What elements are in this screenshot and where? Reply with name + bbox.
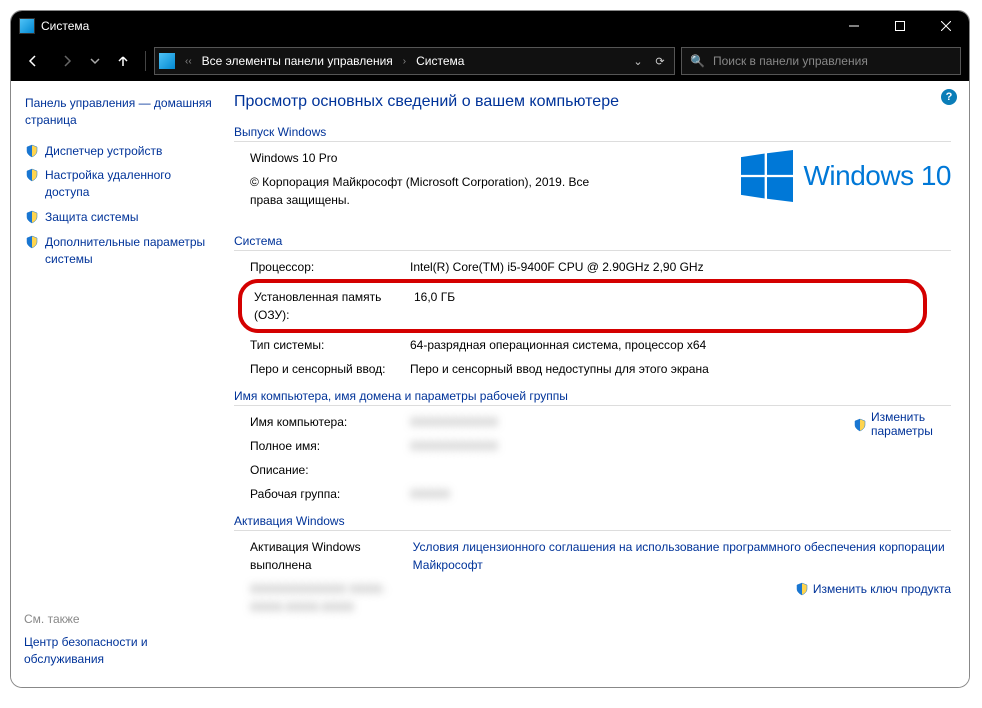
ram-value: 16,0 ГБ (414, 288, 911, 324)
sidebar-item-label: Защита системы (45, 209, 138, 226)
pen-touch-label: Перо и сенсорный ввод: (250, 360, 410, 378)
workgroup-value: XXXXX (410, 485, 951, 503)
chevron-right-icon: › (399, 56, 410, 67)
system-type-value: 64-разрядная операционная система, проце… (410, 336, 951, 354)
computer-name-label: Имя компьютера: (250, 413, 410, 431)
description-label: Описание: (250, 461, 410, 479)
change-key-text: Изменить ключ продукта (813, 582, 951, 596)
shield-icon (25, 235, 39, 249)
workgroup-row: Рабочая группа: XXXXX (234, 482, 951, 506)
main-panel: ? Просмотр основных сведений о вашем ком… (226, 81, 969, 687)
cpu-value: Intel(R) Core(TM) i5-9400F CPU @ 2.90GHz… (410, 258, 951, 276)
page-title: Просмотр основных сведений о вашем компь… (234, 93, 951, 111)
back-button[interactable] (19, 47, 47, 75)
control-panel-icon (159, 53, 175, 69)
shield-icon (25, 168, 39, 182)
activation-section-title: Активация Windows (234, 514, 951, 531)
up-button[interactable] (109, 47, 137, 75)
ram-row: Установленная память (ОЗУ): 16,0 ГБ (254, 285, 911, 327)
edition-value: Windows 10 Pro (250, 149, 337, 167)
change-settings-text: Изменить параметры (871, 410, 951, 438)
address-bar[interactable]: ‹‹ Все элементы панели управления › Сист… (154, 47, 675, 75)
address-dropdown[interactable]: ⌄ (628, 55, 648, 68)
titlebar: Система (11, 11, 969, 41)
windows-logo-icon (741, 150, 793, 202)
change-key-link[interactable]: Изменить ключ продукта (795, 581, 951, 596)
system-type-label: Тип системы: (250, 336, 410, 354)
pen-touch-row: Перо и сенсорный ввод: Перо и сенсорный … (234, 357, 951, 381)
security-center-link[interactable]: Центр безопасности и обслуживания (24, 634, 224, 668)
sidebar-item-remote[interactable]: Настройка удаленного доступа (25, 167, 212, 201)
computer-name-value: XXXXXXXXXXX (410, 413, 853, 431)
window-controls (831, 11, 969, 41)
maximize-button[interactable] (877, 11, 923, 41)
window-title: Система (41, 19, 831, 33)
sidebar-item-label: Дополнительные параметры системы (45, 234, 212, 268)
sidebar-item-label: Настройка удаленного доступа (45, 167, 212, 201)
computer-name-row: Имя компьютера: XXXXXXXXXXX (234, 410, 853, 434)
fullname-label: Полное имя: (250, 437, 410, 455)
activation-status: Активация Windows выполнена (250, 538, 406, 574)
control-panel-home-link[interactable]: Панель управления — домашняя страница (25, 95, 212, 129)
change-settings-link[interactable]: Изменить параметры (853, 410, 951, 438)
pen-touch-value: Перо и сенсорный ввод недоступны для это… (410, 360, 951, 378)
system-icon (19, 18, 35, 34)
edition-section-title: Выпуск Windows (234, 125, 951, 142)
toolbar: ‹‹ Все элементы панели управления › Сист… (11, 41, 969, 81)
product-id-row: XXXXXXXXXXXX XXXX-XXXX-XXXX-XXXX (234, 577, 795, 619)
workgroup-label: Рабочая группа: (250, 485, 410, 503)
close-button[interactable] (923, 11, 969, 41)
description-value (410, 461, 951, 479)
shield-icon (25, 144, 39, 158)
fullname-value: XXXXXXXXXXX (410, 437, 853, 455)
refresh-button[interactable]: ⟳ (650, 55, 670, 68)
cpu-label: Процессор: (250, 258, 410, 276)
shield-icon (853, 418, 867, 432)
license-terms-link[interactable]: Условия лицензионного соглашения на испо… (413, 538, 951, 574)
search-placeholder: Поиск в панели управления (713, 54, 868, 68)
sidebar-item-device-manager[interactable]: Диспетчер устройств (25, 143, 212, 160)
ram-label: Установленная память (ОЗУ): (254, 288, 414, 324)
shield-icon (795, 582, 809, 596)
forward-button[interactable] (53, 47, 81, 75)
system-type-row: Тип системы: 64-разрядная операционная с… (234, 333, 951, 357)
search-input[interactable]: 🔍 Поиск в панели управления (681, 47, 961, 75)
system-section-title: Система (234, 234, 951, 251)
shield-icon (25, 210, 39, 224)
see-also-label: См. также (24, 612, 224, 626)
ram-highlight: Установленная память (ОЗУ): 16,0 ГБ (238, 279, 927, 333)
sidebar-footer: См. также Центр безопасности и обслужива… (24, 612, 224, 668)
cpu-row: Процессор: Intel(R) Core(TM) i5-9400F CP… (234, 255, 951, 279)
windows-logo: Windows 10 (741, 150, 951, 202)
product-id-label: XXXXXXXXXXXX XXXX-XXXX-XXXX-XXXX (250, 580, 410, 616)
activation-status-row: Активация Windows выполнена Условия лице… (234, 535, 951, 577)
windows-logo-text: Windows 10 (803, 160, 951, 192)
sidebar-item-label: Диспетчер устройств (45, 143, 162, 160)
breadcrumb-current[interactable]: Система (416, 54, 464, 68)
copyright-text: © Корпорация Майкрософт (Microsoft Corpo… (250, 173, 614, 209)
system-window: Система ‹‹ Все элементы панели управлени… (10, 10, 970, 688)
chevron-icon: ‹‹ (181, 56, 196, 67)
help-icon[interactable]: ? (941, 89, 957, 105)
domain-section-title: Имя компьютера, имя домена и параметры р… (234, 389, 951, 406)
sidebar-item-advanced[interactable]: Дополнительные параметры системы (25, 234, 212, 268)
description-row: Описание: (234, 458, 951, 482)
minimize-button[interactable] (831, 11, 877, 41)
content-area: Панель управления — домашняя страница Ди… (11, 81, 969, 687)
separator (145, 51, 146, 71)
breadcrumb-root[interactable]: Все элементы панели управления (202, 54, 393, 68)
recent-dropdown[interactable] (87, 47, 103, 75)
search-icon: 🔍 (690, 54, 705, 68)
sidebar-item-protection[interactable]: Защита системы (25, 209, 212, 226)
sidebar: Панель управления — домашняя страница Ди… (11, 81, 226, 687)
fullname-row: Полное имя: XXXXXXXXXXX (234, 434, 853, 458)
